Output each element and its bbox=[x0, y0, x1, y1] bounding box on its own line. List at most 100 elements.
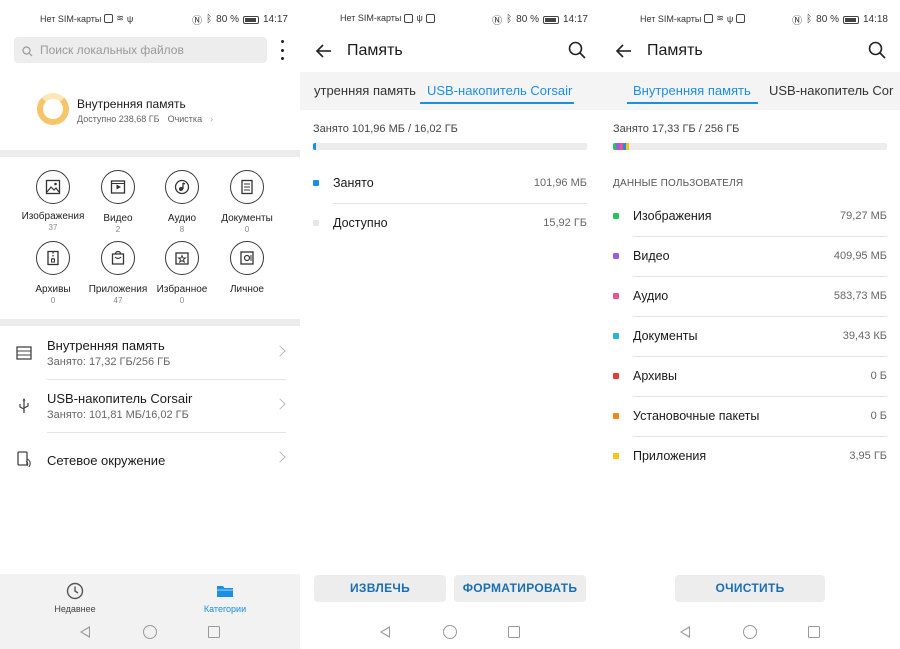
wifi-icon: ≋ bbox=[716, 13, 724, 23]
audio-icon bbox=[165, 170, 199, 204]
clock-icon bbox=[66, 582, 84, 600]
list-item[interactable]: Изображения 79,27 МБ bbox=[600, 197, 900, 237]
usage-bar bbox=[313, 143, 587, 150]
row-value: 101,96 МБ bbox=[533, 177, 587, 189]
battery-percent: 80 % bbox=[516, 14, 539, 25]
tab-usb-storage[interactable]: USB-накопитель Corsair bbox=[427, 83, 572, 98]
storage-usage: Занято: 101,81 МБ/16,02 ГБ bbox=[47, 409, 189, 421]
legend-dot bbox=[313, 180, 319, 186]
category-archives[interactable]: Архивы 0 bbox=[16, 241, 90, 305]
clock: 14:17 bbox=[262, 14, 288, 25]
legend-dot bbox=[613, 253, 619, 259]
row-value: 0 Б bbox=[870, 370, 887, 382]
list-item[interactable]: Занято 101,96 МБ bbox=[300, 164, 600, 204]
row-label: Занято bbox=[333, 176, 374, 190]
system-navigation bbox=[600, 620, 900, 644]
chevron-right-icon bbox=[274, 398, 286, 410]
recents-nav-icon[interactable] bbox=[808, 626, 820, 638]
category-video[interactable]: Видео 2 bbox=[81, 170, 155, 234]
list-item[interactable]: Аудио 583,73 МБ bbox=[600, 277, 900, 317]
category-documents[interactable]: Документы 0 bbox=[210, 170, 284, 234]
home-nav-icon[interactable] bbox=[443, 625, 457, 639]
storage-title: Сетевое окружение bbox=[47, 453, 166, 468]
usb-storage-screen: Нет SIM-карты ψ Ⓝ ᛒ 80 % 14:17 Память ут… bbox=[300, 0, 600, 649]
status-bar: Нет SIM-карты ≋ ψ Ⓝ ᛒ 80 % 14:18 bbox=[600, 10, 900, 27]
row-label: Установочные пакеты bbox=[633, 409, 760, 423]
usb-icon: ψ bbox=[126, 13, 134, 24]
usb-icon: ψ bbox=[726, 13, 734, 24]
recents-nav-icon[interactable] bbox=[508, 626, 520, 638]
storage-usage: Занято: 17,32 ГБ/256 ГБ bbox=[47, 356, 171, 368]
row-label: Изображения bbox=[633, 209, 712, 223]
category-audio[interactable]: Аудио 8 bbox=[145, 170, 219, 234]
clean-link[interactable]: Очистка bbox=[168, 114, 202, 124]
search-icon[interactable] bbox=[568, 41, 586, 59]
list-item[interactable]: Видео 409,95 МБ bbox=[600, 237, 900, 277]
legend-dot bbox=[613, 333, 619, 339]
nfc-icon: Ⓝ bbox=[792, 16, 803, 27]
app-bar: Память bbox=[300, 36, 600, 66]
format-button[interactable]: ФОРМАТИРОВАТЬ bbox=[454, 575, 586, 602]
search-input[interactable]: Поиск локальных файлов bbox=[14, 37, 267, 63]
storage-title: USB-накопитель Corsair bbox=[47, 391, 193, 406]
app-icon bbox=[101, 241, 135, 275]
battery-icon bbox=[542, 15, 559, 24]
recents-nav-icon[interactable] bbox=[208, 626, 220, 638]
chevron-right-icon bbox=[274, 345, 286, 357]
row-value: 409,95 МБ bbox=[833, 250, 887, 262]
row-value: 15,92 ГБ bbox=[543, 217, 587, 229]
category-apps[interactable]: Приложения 47 bbox=[81, 241, 155, 305]
eject-button[interactable]: ИЗВЛЕЧЬ bbox=[314, 575, 446, 602]
storage-usb-row[interactable]: USB-накопитель Corsair Занято: 101,81 МБ… bbox=[0, 381, 300, 433]
nav-categories[interactable]: Категории bbox=[185, 580, 265, 614]
category-private[interactable]: Личное bbox=[210, 241, 284, 296]
back-arrow-icon[interactable] bbox=[615, 42, 633, 60]
tab-usb-storage[interactable]: USB-накопитель Cor bbox=[769, 83, 893, 98]
usb-icon: ψ bbox=[416, 13, 423, 23]
document-icon bbox=[230, 170, 264, 204]
archive-icon bbox=[36, 241, 70, 275]
chevron-right-icon bbox=[274, 451, 286, 463]
list-item[interactable]: Документы 39,43 КБ bbox=[600, 317, 900, 357]
folder-icon bbox=[216, 582, 234, 600]
active-tab-indicator bbox=[627, 102, 758, 104]
row-divider bbox=[47, 379, 286, 380]
wifi-icon: ≋ bbox=[116, 13, 124, 23]
legend-dot bbox=[613, 213, 619, 219]
bluetooth-icon: ᛒ bbox=[806, 14, 813, 25]
network-row[interactable]: Сетевое окружение bbox=[0, 434, 300, 486]
category-favorites[interactable]: Избранное 0 bbox=[145, 241, 219, 305]
list-item[interactable]: Установочные пакеты 0 Б bbox=[600, 397, 900, 437]
usage-fill-apps bbox=[626, 143, 629, 150]
list-item[interactable]: Доступно 15,92 ГБ bbox=[300, 204, 600, 244]
storage-internal-row[interactable]: Внутренняя память Занято: 17,32 ГБ/256 Г… bbox=[0, 328, 300, 380]
active-tab-indicator bbox=[420, 102, 574, 104]
row-value: 0 Б bbox=[870, 410, 887, 422]
nav-recent[interactable]: Недавнее bbox=[35, 580, 115, 614]
tab-internal-storage[interactable]: Внутренняя память bbox=[633, 83, 751, 98]
back-arrow-icon[interactable] bbox=[315, 42, 333, 60]
section-divider bbox=[0, 319, 300, 326]
clean-button[interactable]: ОЧИСТИТЬ bbox=[675, 575, 825, 602]
bluetooth-icon: ᛒ bbox=[206, 14, 213, 25]
list-item[interactable]: Приложения 3,95 ГБ bbox=[600, 437, 900, 477]
battery-percent: 80 % bbox=[216, 14, 239, 25]
list-item[interactable]: Архивы 0 Б bbox=[600, 357, 900, 397]
category-images[interactable]: Изображения 37 bbox=[16, 170, 90, 232]
file-manager-categories-screen: Нет SIM-карты ≋ ψ Ⓝ ᛒ 80 % 14:17 Поиск л… bbox=[0, 0, 300, 649]
home-nav-icon[interactable] bbox=[743, 625, 757, 639]
network-icon bbox=[15, 450, 33, 468]
image-notification-icon bbox=[736, 14, 746, 23]
image-notification-icon bbox=[425, 13, 435, 23]
favorite-icon bbox=[165, 241, 199, 275]
tab-internal-storage[interactable]: утренняя память bbox=[314, 83, 416, 98]
home-nav-icon[interactable] bbox=[143, 625, 157, 639]
used-space-label: Занято 101,96 МБ / 16,02 ГБ bbox=[313, 123, 458, 135]
row-label: Аудио bbox=[633, 289, 669, 303]
bluetooth-icon: ᛒ bbox=[506, 14, 513, 25]
more-options-icon[interactable] bbox=[278, 40, 286, 60]
back-nav-icon-inner bbox=[682, 628, 689, 636]
search-icon[interactable] bbox=[868, 41, 886, 59]
internal-storage-title[interactable]: Внутренняя память bbox=[77, 97, 186, 111]
row-value: 3,95 ГБ bbox=[849, 450, 887, 462]
